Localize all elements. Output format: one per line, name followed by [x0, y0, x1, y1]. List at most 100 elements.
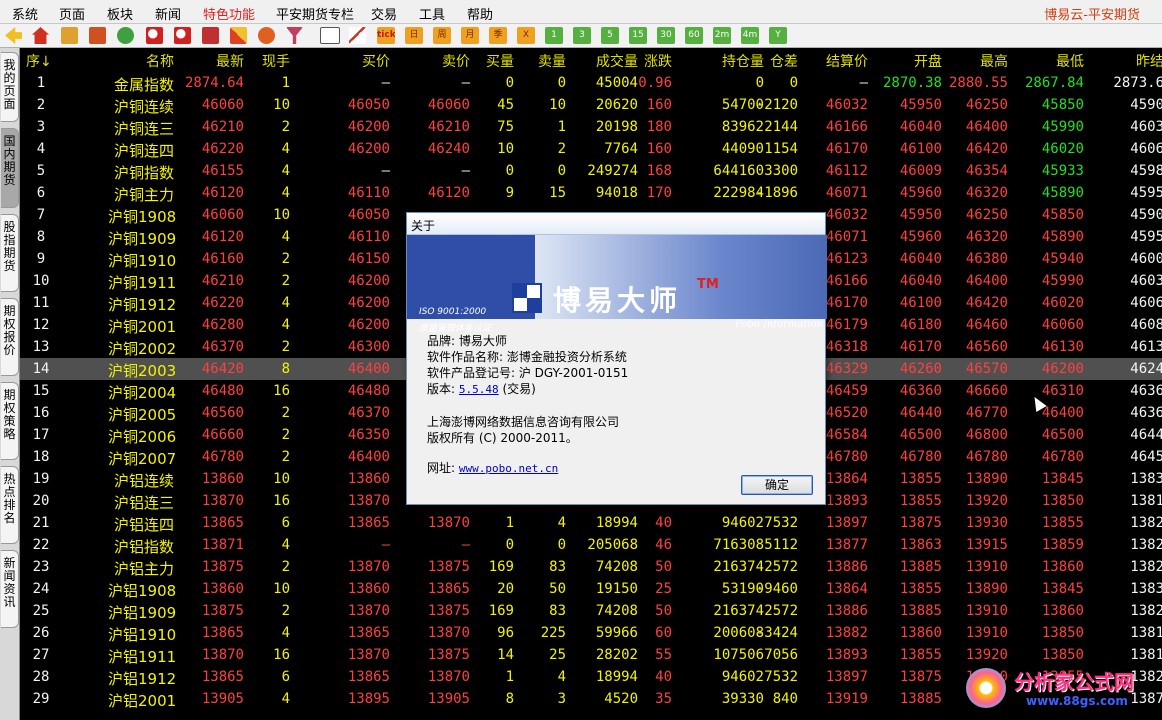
table-cell: 10	[549, 97, 566, 113]
dialog-title[interactable]: 关于	[407, 213, 825, 235]
menu-help[interactable]: 帮助	[467, 4, 493, 23]
table-row[interactable]: 6 沪铜主力 46120 4 46110 46120 9 15 94018 170 222984 -1…	[20, 182, 1162, 204]
ok-button[interactable]: 确定	[741, 475, 813, 495]
table-cell: 4624	[1130, 361, 1162, 377]
table-view-icon[interactable]	[320, 27, 340, 44]
column-header[interactable]: 最新	[180, 51, 244, 71]
menu-news[interactable]: 新闻	[155, 4, 181, 23]
table-cell: 13875	[427, 647, 470, 663]
table-cell: 19	[32, 471, 50, 487]
brush-icon[interactable]	[258, 27, 275, 44]
list-icon[interactable]	[61, 27, 78, 44]
column-header[interactable]: 卖量	[520, 51, 566, 71]
column-header[interactable]: 买量	[472, 51, 514, 71]
minute-2m-button[interactable]: 2m	[713, 27, 731, 44]
minute-4m-button[interactable]: 4m	[741, 27, 759, 44]
table-row[interactable]: 25 沪铝1909 13875 2 13870 13875 169 83 74208 50 2163…	[20, 600, 1162, 622]
column-header[interactable]: 序↓	[26, 51, 56, 71]
side-tab-option-quotes[interactable]: 期权报价	[1, 298, 19, 376]
menu-pingan-column[interactable]: 平安期货专栏	[276, 4, 354, 23]
column-header[interactable]: 结算价	[802, 51, 868, 71]
zoom-out-icon[interactable]	[174, 27, 191, 44]
home-icon[interactable]	[32, 27, 49, 44]
table-cell: 46250	[965, 97, 1008, 113]
table-cell: 13860	[1041, 559, 1084, 575]
table-cell: 13865	[201, 625, 244, 641]
menu-system[interactable]: 系统	[12, 4, 38, 23]
table-cell: 45890	[1041, 185, 1084, 201]
table-cell: 46440	[899, 405, 942, 421]
refresh-icon[interactable]	[117, 27, 134, 44]
contract-name-cell: 沪铝1911	[108, 648, 177, 666]
table-row[interactable]: 2 沪铜连续 46060 10 46050 46060 45 10 20620 160 54700-…	[20, 94, 1162, 116]
column-header[interactable]: 昨结	[1110, 51, 1162, 71]
column-header[interactable]: 卖价	[400, 51, 470, 71]
table-row[interactable]: 4 沪铜连四 46220 4 46200 46240 10 2 7764 160 44090 1154…	[20, 138, 1162, 160]
table-row[interactable]: 5 沪铜指数 46155 4— —0 0 249274 168 644160 3300 46112 4…	[20, 160, 1162, 182]
window-icon[interactable]	[202, 27, 219, 44]
period-season-button[interactable]: 季	[489, 27, 507, 44]
minute-1-button[interactable]: 1	[545, 27, 563, 44]
table-row[interactable]: 3 沪铜连三 46210 2 46200 46210 75 1 20198 180 83962 214…	[20, 116, 1162, 138]
table-row[interactable]: 23 沪铝主力 13875 2 13870 13875 169 83 74208 50 216374…	[20, 556, 1162, 578]
column-header[interactable]: 买价	[320, 51, 390, 71]
period-day-button[interactable]: 日	[405, 27, 423, 44]
period-month-button[interactable]: 月	[461, 27, 479, 44]
version-link[interactable]: 5.5.48	[459, 383, 499, 396]
minute-15-button[interactable]: 15	[629, 27, 647, 44]
period-x-button[interactable]: X	[517, 27, 535, 44]
menu-tools[interactable]: 工具	[419, 4, 445, 23]
back-arrow-icon[interactable]	[5, 27, 22, 44]
column-header[interactable]: 名称	[108, 51, 174, 71]
menu-sector[interactable]: 板块	[107, 4, 133, 23]
column-header[interactable]: 现手	[260, 51, 290, 71]
table-cell: 0	[505, 163, 514, 179]
side-tab-my-page[interactable]: 我的页面	[1, 52, 19, 122]
report-icon[interactable]	[89, 27, 106, 44]
table-cell: 4	[281, 185, 290, 201]
filter-icon[interactable]	[286, 27, 303, 44]
table-cell: 45	[497, 97, 514, 113]
table-cell: 13865	[347, 669, 390, 685]
column-header[interactable]: 最高	[946, 51, 1008, 71]
minute-5-button[interactable]: 5	[601, 27, 619, 44]
column-header[interactable]: 仓差	[750, 51, 798, 71]
period-week-button[interactable]: 周	[433, 27, 451, 44]
zoom-in-icon[interactable]	[146, 27, 163, 44]
menu-features[interactable]: 特色功能	[203, 4, 255, 23]
menu-trade[interactable]: 交易	[371, 4, 397, 23]
column-header[interactable]: 涨跌	[626, 51, 672, 71]
table-cell: 46210	[201, 273, 244, 289]
side-tab-option-strategy[interactable]: 期权策略	[1, 382, 19, 460]
table-cell: 46660	[965, 383, 1008, 399]
table-cell: 46320	[965, 185, 1008, 201]
table-row[interactable]: 24 沪铝1908 13860 10 13860 13865 20 50 19150 25 5319…	[20, 578, 1162, 600]
website-link[interactable]: www.pobo.net.cn	[459, 462, 558, 475]
chart-line-icon[interactable]	[349, 27, 366, 44]
app-brand-title: 博易云-平安期货	[1044, 8, 1140, 23]
brand-line: 品牌: 博易大师	[427, 334, 507, 348]
draw-icon[interactable]	[230, 27, 247, 44]
table-row[interactable]: 21 沪铝连四 13865 6 13865 13870 1 4 18994 40 94602 7532…	[20, 512, 1162, 534]
contract-name-cell: 沪铜连续	[113, 98, 174, 116]
table-row[interactable]: 22 沪铝指数 13871 4— —0 0 205068 46 716308 5112 13877 1…	[20, 534, 1162, 556]
table-cell: 6	[36, 185, 46, 201]
column-header[interactable]: 最低	[1018, 51, 1084, 71]
period-year-button[interactable]: Y	[769, 27, 787, 44]
minute-60-button[interactable]: 60	[685, 27, 703, 44]
side-tab-hot-ranking[interactable]: 热点排名	[1, 466, 19, 544]
column-header[interactable]: 开盘	[878, 51, 942, 71]
table-cell: 4606	[1130, 141, 1162, 157]
side-tab-domestic-futures[interactable]: 国内期货	[1, 128, 19, 208]
side-tab-index-futures[interactable]: 股指期货	[1, 214, 19, 292]
table-cell: 46110	[347, 185, 390, 201]
table-cell: 46400	[1041, 405, 1084, 421]
side-tab-news[interactable]: 新闻资讯	[1, 550, 19, 628]
table-row[interactable]: 1 金属指数 2874.64 1— —0 0 45004 0.96 0 0—2870.38 2880…	[20, 72, 1162, 94]
minute-30-button[interactable]: 30	[657, 27, 675, 44]
tick-icon[interactable]: tick	[377, 27, 395, 44]
menu-page[interactable]: 页面	[59, 4, 85, 23]
table-row[interactable]: 26 沪铝1910 13865 4 13865 13870 96 225 59966 60 2006…	[20, 622, 1162, 644]
watermark-title: 分析家公式网	[1014, 670, 1134, 694]
minute-3-button[interactable]: 3	[573, 27, 591, 44]
